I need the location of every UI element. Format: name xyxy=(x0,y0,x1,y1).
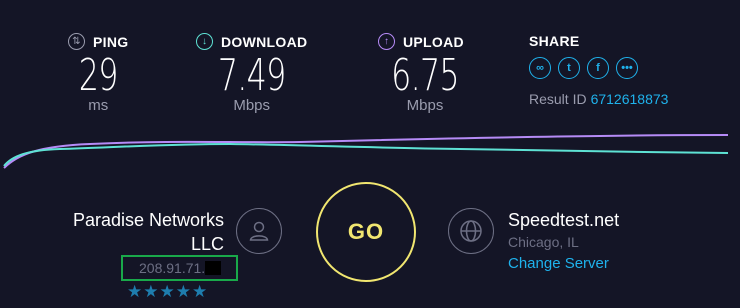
globe-icon xyxy=(448,208,494,254)
isp-name: Paradise Networks LLC xyxy=(73,208,224,256)
server-name: Speedtest.net xyxy=(508,210,620,230)
result-id: Result ID 6712618873 xyxy=(529,91,668,107)
upload-arrow-icon: ↑ xyxy=(378,33,395,50)
more-icon[interactable]: ••• xyxy=(616,57,638,79)
facebook-icon[interactable]: f xyxy=(587,57,609,79)
ping-icon: ⇅ xyxy=(68,33,85,50)
change-server-link[interactable]: Change Server xyxy=(508,255,619,272)
isp-rating-stars[interactable]: ★★★★★ xyxy=(127,282,208,302)
share-panel: SHARE ∞ t f ••• Result ID 6712618873 xyxy=(529,33,668,107)
isp-name-line1: Paradise Networks xyxy=(72,210,224,230)
upload-label: UPLOAD xyxy=(403,33,464,50)
ip-address: 208.91.71. xyxy=(121,255,238,281)
download-value: 7.49 xyxy=(217,50,286,101)
go-button[interactable]: GO xyxy=(316,182,416,282)
twitter-icon[interactable]: t xyxy=(558,57,580,79)
redaction-mask xyxy=(205,261,222,275)
download-graph-line xyxy=(3,142,729,167)
server-panel: Speedtest.net Chicago, IL Change Server xyxy=(508,208,619,272)
server-location: Chicago, IL xyxy=(508,234,579,250)
upload-value: 6.75 xyxy=(391,50,459,101)
ping-metric: ⇅ PING 29 ms xyxy=(68,33,128,114)
result-id-label: Result ID xyxy=(529,91,587,107)
result-id-link[interactable]: 6712618873 xyxy=(591,91,669,107)
ip-address-text: 208.91.71. xyxy=(139,260,206,276)
user-icon xyxy=(236,208,282,254)
isp-name-line2: LLC xyxy=(190,234,224,254)
download-arrow-icon: ↓ xyxy=(196,33,213,50)
download-label: DOWNLOAD xyxy=(221,33,308,50)
ping-label: PING xyxy=(93,33,129,50)
ping-value: 29 xyxy=(78,50,119,101)
upload-metric: ↑ UPLOAD 6.75 Mbps xyxy=(378,33,472,114)
link-icon[interactable]: ∞ xyxy=(529,57,551,79)
share-label: SHARE xyxy=(529,33,580,49)
download-metric: ↓ DOWNLOAD 7.49 Mbps xyxy=(196,33,307,114)
speed-graph xyxy=(3,134,729,169)
